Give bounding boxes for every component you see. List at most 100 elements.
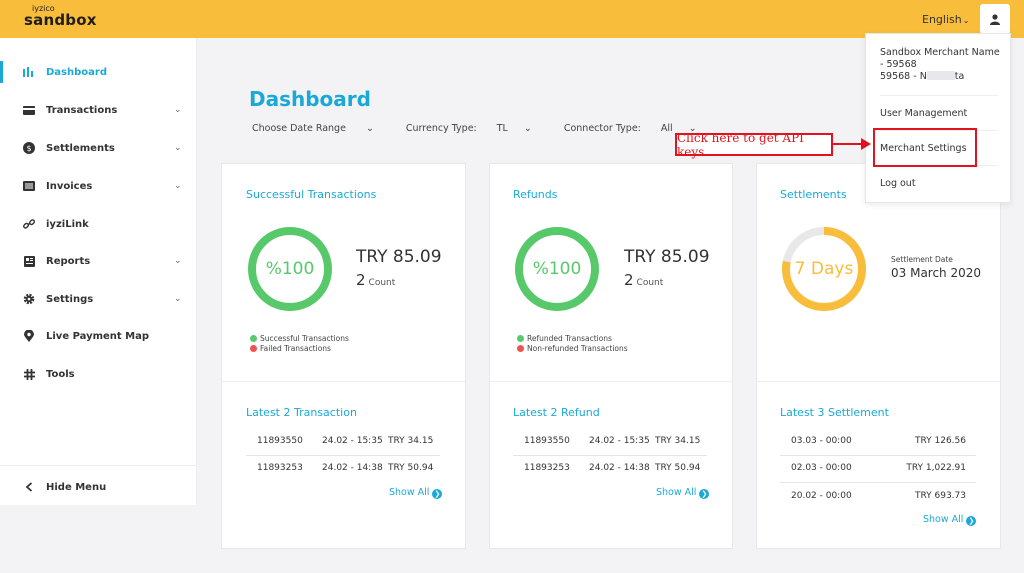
settlement-date-label: Settlement Date bbox=[891, 255, 953, 264]
latest-title: Latest 3 Settlement bbox=[780, 406, 889, 419]
currency-label: Currency Type: bbox=[405, 123, 477, 134]
menu-item-user-management[interactable]: User Management bbox=[880, 108, 967, 120]
show-all-link[interactable]: Show All ❯ bbox=[923, 514, 977, 526]
row-divider bbox=[513, 455, 707, 456]
coin-icon: $ bbox=[22, 141, 36, 155]
legend-item: Failed Transactions bbox=[250, 344, 349, 354]
success-amount: TRY 85.09 bbox=[356, 247, 442, 267]
hash-icon bbox=[22, 367, 36, 381]
sidebar-item-transactions[interactable]: Transactions ⌄ bbox=[0, 95, 197, 125]
refunds-count: 2 Count bbox=[624, 271, 663, 289]
filter-bar: Choose Date Range ⌄ Currency Type: TL ⌄ Con… bbox=[252, 123, 729, 134]
menu-divider bbox=[880, 95, 998, 96]
sidebar-item-label: Transactions bbox=[46, 104, 118, 116]
sidebar-item-live-payment-map[interactable]: Live Payment Map bbox=[0, 321, 197, 351]
row-divider bbox=[246, 455, 440, 456]
sidebar: Dashboard Transactions ⌄ $ Settlements ⌄… bbox=[0, 38, 197, 505]
count-label: Count bbox=[636, 278, 664, 288]
chevron-left-icon bbox=[22, 480, 36, 494]
show-all-link[interactable]: Show All ❯ bbox=[389, 487, 443, 499]
chevron-down-icon: ⌄ bbox=[174, 143, 182, 153]
chevron-down-icon: ⌄ bbox=[523, 123, 532, 134]
logo[interactable]: iyzico sandbox bbox=[24, 5, 97, 28]
user-icon bbox=[990, 13, 1000, 25]
row-id: 11893550 bbox=[524, 436, 570, 446]
refunds-amount: TRY 85.09 bbox=[624, 247, 710, 267]
show-all-link[interactable]: Show All ❯ bbox=[656, 487, 710, 499]
sidebar-item-reports[interactable]: Reports ⌄ bbox=[0, 246, 197, 276]
sidebar-item-dashboard[interactable]: Dashboard bbox=[0, 57, 197, 87]
show-all-label: Show All bbox=[389, 487, 430, 498]
legend-dot bbox=[517, 345, 524, 352]
row-amount: TRY 126.56 bbox=[914, 436, 966, 446]
row-divider bbox=[780, 482, 976, 483]
annotation-arrow-icon bbox=[861, 138, 871, 150]
annotation-highlight-box bbox=[873, 128, 977, 167]
sidebar-item-settings[interactable]: Settings ⌄ bbox=[0, 284, 197, 314]
row-id: 11893253 bbox=[257, 463, 303, 473]
connector-label: Connector Type: bbox=[563, 123, 641, 134]
merchant-line: 59568 - N ta bbox=[880, 71, 1000, 83]
sidebar-item-tools[interactable]: Tools bbox=[0, 359, 197, 389]
sidebar-item-settlements[interactable]: $ Settlements ⌄ bbox=[0, 133, 197, 163]
sidebar-divider bbox=[0, 465, 197, 466]
legend-dot bbox=[250, 345, 257, 352]
row-date: 03.03 - 00:00 bbox=[791, 436, 852, 446]
map-pin-icon bbox=[22, 329, 36, 343]
chevron-down-icon: ⌄ bbox=[365, 123, 374, 134]
chevron-down-icon: ⌄ bbox=[174, 181, 182, 191]
count-value: 2 bbox=[624, 271, 634, 289]
chevron-down-icon: ⌄ bbox=[962, 16, 970, 25]
legend: Refunded Transactions Non-refunded Trans… bbox=[517, 334, 628, 354]
sidebar-item-invoices[interactable]: Invoices ⌄ bbox=[0, 171, 197, 201]
legend: Successful Transactions Failed Transacti… bbox=[250, 334, 349, 354]
legend-label: Non-refunded Transactions bbox=[527, 344, 628, 353]
row-amount: TRY 50.94 bbox=[388, 463, 434, 473]
transactions-card: Successful Transactions %100 TRY 85.09 2… bbox=[221, 163, 466, 549]
count-value: 2 bbox=[356, 271, 366, 289]
hide-menu-button[interactable]: Hide Menu bbox=[0, 472, 197, 502]
arrow-right-icon: ❯ bbox=[432, 489, 443, 499]
table-row[interactable]: 20.02 - 00:00 TRY 693.73 bbox=[791, 491, 966, 507]
language-selector[interactable]: English⌄ bbox=[922, 13, 969, 26]
sidebar-item-label: Dashboard bbox=[46, 66, 107, 78]
merchant-info: Sandbox Merchant Name - 59568 59568 - N t… bbox=[880, 47, 1000, 83]
card-divider bbox=[757, 381, 1000, 382]
card-icon bbox=[22, 103, 36, 117]
success-percent: %100 bbox=[265, 259, 315, 279]
user-dropdown-menu: Sandbox Merchant Name - 59568 59568 - N t… bbox=[865, 33, 1011, 203]
chevron-down-icon: ⌄ bbox=[174, 294, 182, 304]
annotation-arrow-line bbox=[833, 143, 863, 145]
row-date: 24.02 - 14:38 bbox=[589, 463, 650, 473]
list-icon bbox=[22, 179, 36, 193]
show-all-label: Show All bbox=[923, 514, 964, 525]
date-range-filter[interactable]: Choose Date Range ⌄ bbox=[252, 123, 390, 134]
show-all-label: Show All bbox=[656, 487, 697, 498]
legend-label: Refunded Transactions bbox=[527, 334, 612, 343]
menu-item-log-out[interactable]: Log out bbox=[880, 178, 916, 190]
logo-big-text: sandbox bbox=[24, 11, 97, 29]
card-title: Successful Transactions bbox=[246, 188, 377, 201]
latest-title: Latest 2 Transaction bbox=[246, 406, 357, 419]
row-amount: TRY 34.15 bbox=[655, 436, 701, 446]
count-label: Count bbox=[368, 278, 396, 288]
currency-filter[interactable]: Currency Type: TL ⌄ bbox=[406, 123, 548, 134]
table-row[interactable]: 02.03 - 00:00 TRY 1,022.91 bbox=[791, 463, 966, 479]
sidebar-item-iyzilink[interactable]: iyziLink bbox=[0, 209, 197, 239]
row-amount: TRY 693.73 bbox=[914, 491, 966, 501]
gear-icon bbox=[22, 292, 36, 306]
row-date: 20.02 - 00:00 bbox=[791, 491, 852, 501]
card-divider bbox=[222, 381, 465, 382]
merchant-line-suffix: ta bbox=[954, 71, 965, 82]
settlements-card: Settlements 7 Days Settlement Date 03 Ma… bbox=[756, 163, 1001, 549]
settlement-days: 7 Days bbox=[794, 259, 854, 279]
table-row[interactable]: 03.03 - 00:00 TRY 126.56 bbox=[791, 436, 966, 452]
connector-value: All bbox=[660, 123, 673, 134]
arrow-right-icon: ❯ bbox=[966, 516, 977, 526]
user-menu-button[interactable] bbox=[980, 4, 1010, 34]
legend-label: Failed Transactions bbox=[260, 344, 331, 353]
row-id: 11893253 bbox=[524, 463, 570, 473]
refunds-card: Refunds %100 TRY 85.09 2 Count Refunded T… bbox=[489, 163, 733, 549]
legend-item: Non-refunded Transactions bbox=[517, 344, 628, 354]
language-label: English bbox=[922, 13, 962, 26]
